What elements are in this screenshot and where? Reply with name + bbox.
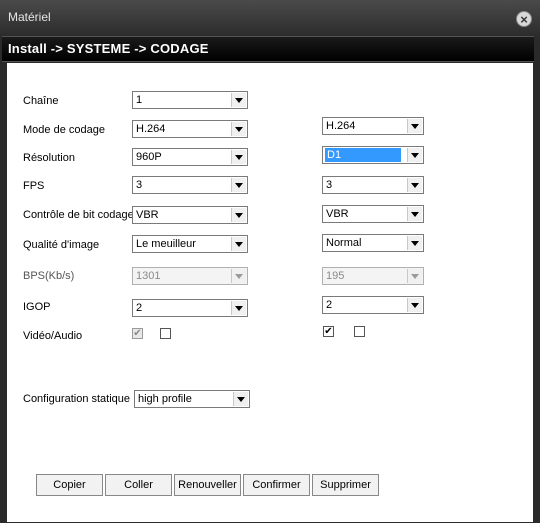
chevron-down-icon <box>407 119 422 133</box>
extra-audio-checkbox[interactable] <box>354 326 365 337</box>
main-resolution-select[interactable]: 960P <box>132 148 248 166</box>
extra-encode-mode-select[interactable]: H.264 <box>322 117 424 135</box>
main-video-checkbox: ✔ <box>132 328 143 339</box>
fps-label: FPS <box>23 180 45 192</box>
paste-button[interactable]: Coller <box>105 474 172 496</box>
breadcrumb-bar: Install -> SYSTEME -> CODAGE <box>2 36 534 62</box>
chevron-down-icon <box>407 269 422 283</box>
chevron-down-icon <box>231 237 246 251</box>
chevron-down-icon <box>231 122 246 136</box>
static-config-select[interactable]: high profile <box>134 390 250 408</box>
chevron-down-icon <box>231 93 246 107</box>
extra-video-checkbox[interactable]: ✔ <box>323 326 334 337</box>
igop-label: IGOP <box>23 301 51 313</box>
chevron-down-icon <box>407 236 422 250</box>
close-icon[interactable]: × <box>516 11 532 27</box>
video-audio-label: Vidéo/Audio <box>23 330 83 342</box>
encoding-settings-window: Matériel × Install -> SYSTEME -> CODAGE … <box>0 0 540 523</box>
confirm-button[interactable]: Confirmer <box>243 474 310 496</box>
chevron-down-icon <box>231 208 246 222</box>
extra-bps-select: 195 <box>322 267 424 285</box>
extra-bitrate-control-select[interactable]: VBR <box>322 205 424 223</box>
bitrate-control-label: Contrôle de bit codage <box>23 209 134 221</box>
main-bps-select: 1301 <box>132 267 248 285</box>
renew-button[interactable]: Renouveller <box>174 474 241 496</box>
chevron-down-icon <box>233 392 248 406</box>
window-title: Matériel <box>8 10 51 24</box>
encode-mode-label: Mode de codage <box>23 124 105 136</box>
main-encode-mode-select[interactable]: H.264 <box>132 120 248 138</box>
image-quality-label: Qualité d'image <box>23 239 100 251</box>
channel-label: Chaîne <box>23 95 59 107</box>
chevron-down-icon <box>231 178 246 192</box>
channel-select[interactable]: 1 <box>132 91 248 109</box>
extra-igop-select[interactable]: 2 <box>322 296 424 314</box>
title-bar: Matériel × <box>0 0 540 36</box>
delete-button[interactable]: Supprimer <box>312 474 379 496</box>
extra-image-quality-select[interactable]: Normal <box>322 234 424 252</box>
bps-label: BPS(Kb/s) <box>23 270 75 282</box>
extra-fps-select[interactable]: 3 <box>322 176 424 194</box>
chevron-down-icon <box>407 178 422 192</box>
settings-panel: Chaîne Mode de codage Résolution FPS Con… <box>7 63 533 522</box>
main-fps-select[interactable]: 3 <box>132 176 248 194</box>
breadcrumb: Install -> SYSTEME -> CODAGE <box>8 41 209 56</box>
main-audio-checkbox[interactable] <box>160 328 171 339</box>
chevron-down-icon <box>407 207 422 221</box>
static-config-label: Configuration statique <box>23 393 131 405</box>
main-image-quality-select[interactable]: Le meuilleur <box>132 235 248 253</box>
chevron-down-icon <box>407 148 422 162</box>
chevron-down-icon <box>231 150 246 164</box>
chevron-down-icon <box>407 298 422 312</box>
main-bitrate-control-select[interactable]: VBR <box>132 206 248 224</box>
copy-button[interactable]: Copier <box>36 474 103 496</box>
main-igop-select[interactable]: 2 <box>132 299 248 317</box>
extra-resolution-select[interactable]: D1 <box>322 146 424 164</box>
resolution-label: Résolution <box>23 152 75 164</box>
chevron-down-icon <box>231 301 246 315</box>
chevron-down-icon <box>231 269 246 283</box>
